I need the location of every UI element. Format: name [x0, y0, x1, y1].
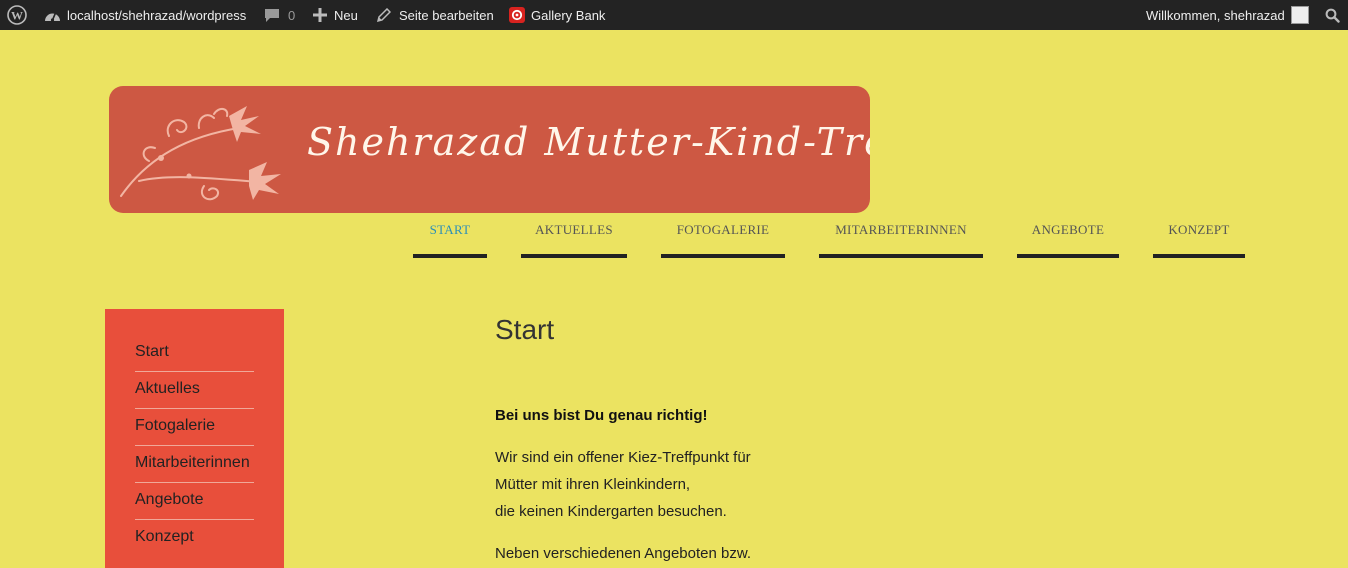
- search-icon[interactable]: [1325, 0, 1340, 30]
- site-link[interactable]: localhost/shehrazad/wordpress: [44, 0, 246, 30]
- site-title: Shehrazad Mutter-Kind-Treff: [307, 120, 870, 164]
- paragraph-line: Mütter mit ihren Kleinkindern,: [495, 476, 691, 493]
- sidebar-item-konzept[interactable]: Konzept: [135, 520, 254, 557]
- sidebar-item-fotogalerie[interactable]: Fotogalerie: [135, 409, 254, 446]
- plus-icon: [313, 8, 327, 22]
- admin-bar: W localhost/shehrazad/wordpress 0 Neu Se…: [0, 0, 1348, 30]
- gallery-bank-link[interactable]: Gallery Bank: [509, 0, 605, 30]
- greeting: Willkommen, shehrazad: [1146, 7, 1285, 23]
- nav-mitarbeiterinnen[interactable]: MITARBEITERINNEN: [819, 216, 983, 258]
- gallery-bank-label: Gallery Bank: [531, 7, 606, 23]
- comments-link[interactable]: 0: [264, 0, 295, 30]
- sidebar-item-mitarbeiterinnen[interactable]: Mitarbeiterinnen: [135, 446, 254, 483]
- nav-fotogalerie[interactable]: FOTOGALERIE: [661, 216, 785, 258]
- wordpress-logo-icon[interactable]: W: [7, 0, 27, 30]
- pencil-icon: [376, 7, 391, 23]
- edit-label: Seite bearbeiten: [399, 7, 494, 23]
- gallery-bank-icon: [509, 7, 525, 23]
- paragraph-line: Neben verschiedenen Angeboten bzw.: [495, 545, 752, 562]
- avatar: [1290, 6, 1309, 24]
- paragraph-line: Wir sind ein offener Kiez-Treffpunkt für: [495, 449, 751, 466]
- dashboard-icon: [44, 8, 61, 23]
- sidebar-item-angebote[interactable]: Angebote: [135, 483, 254, 520]
- svg-text:W: W: [11, 9, 23, 23]
- sidebar-item-start[interactable]: Start: [135, 335, 254, 372]
- new-content-link[interactable]: Neu: [313, 0, 358, 30]
- nav-angebote[interactable]: ANGEBOTE: [1017, 216, 1119, 258]
- new-label: Neu: [334, 7, 358, 23]
- comments-count: 0: [288, 7, 296, 23]
- nav-start[interactable]: START: [413, 216, 487, 258]
- paragraph-line: die keinen Kindergarten besuchen.: [495, 503, 727, 520]
- sidebar-item-aktuelles[interactable]: Aktuelles: [135, 372, 254, 409]
- floral-ornament-icon: [120, 106, 281, 201]
- lead-text: Bei uns bist Du genau richtig!: [495, 407, 708, 424]
- edit-page-link[interactable]: Seite bearbeiten: [376, 0, 494, 30]
- comment-icon: [264, 8, 280, 23]
- header-banner[interactable]: Shehrazad Mutter-Kind-Treff: [109, 86, 870, 213]
- page-title: Start: [495, 314, 555, 345]
- sidebar-menu: Start Aktuelles Fotogalerie Mitarbeiteri…: [105, 309, 284, 568]
- account-menu[interactable]: Willkommen, shehrazad: [1146, 0, 1309, 30]
- site-url: localhost/shehrazad/wordpress: [67, 7, 247, 23]
- nav-aktuelles[interactable]: AKTUELLES: [521, 216, 627, 258]
- nav-konzept[interactable]: KONZEPT: [1153, 216, 1245, 258]
